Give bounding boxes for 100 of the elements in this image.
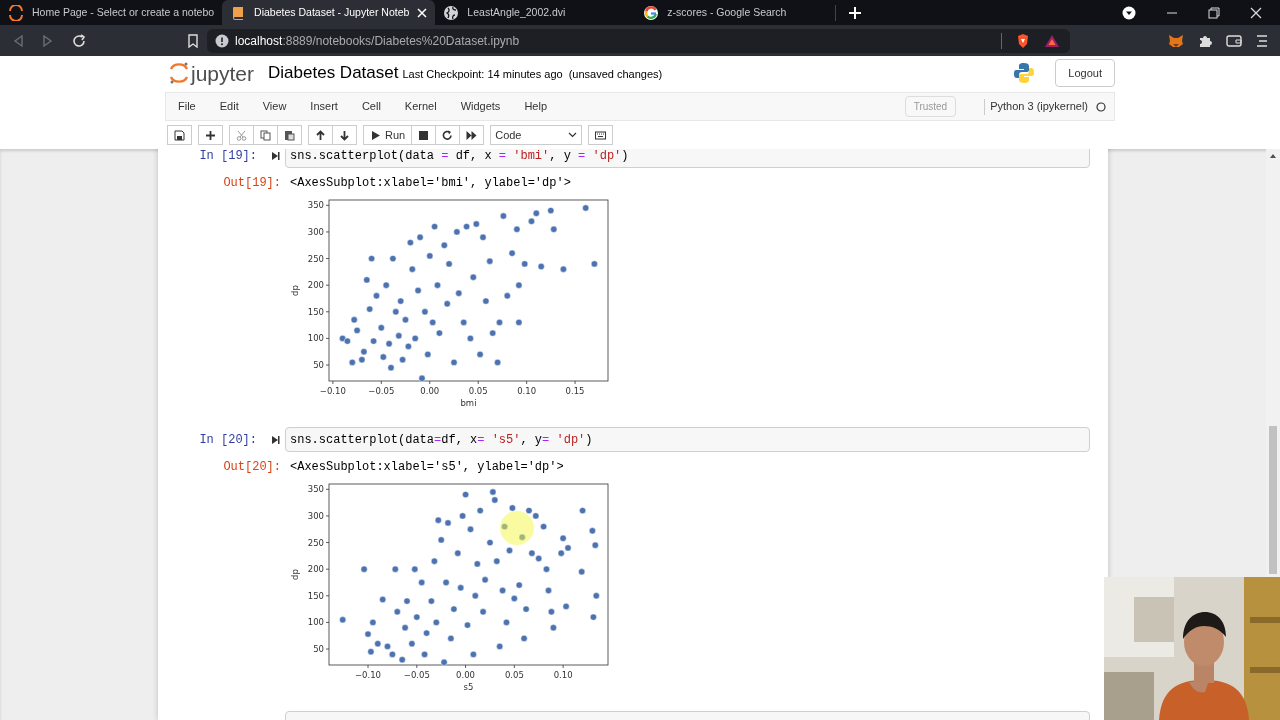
data-point: [476, 350, 484, 358]
scrollbar[interactable]: [1266, 149, 1280, 577]
run-cell-icon[interactable]: [271, 434, 280, 445]
fox-head-icon[interactable]: [1168, 33, 1184, 48]
scrollbar-thumb[interactable]: [1269, 426, 1277, 574]
data-point: [432, 618, 440, 626]
data-point: [440, 658, 448, 666]
plus-icon: [205, 129, 216, 141]
logout-button[interactable]: Logout: [1055, 59, 1115, 87]
run-button[interactable]: Run: [363, 125, 413, 145]
save-button[interactable]: [167, 125, 192, 145]
code-text: sns.scatterplot(data=df, x= 's5', y= 'dp'): [290, 431, 593, 449]
tick-label: 250: [307, 537, 324, 548]
tick-label: 250: [307, 253, 324, 264]
data-point: [395, 332, 403, 340]
code-cell[interactable]: sns.scatterplot(data=df, x= 's5', y= 'dp'): [285, 427, 1090, 452]
menu-item[interactable]: Help: [524, 98, 547, 115]
data-point: [537, 263, 545, 270]
data-point: [369, 618, 377, 626]
shield-icon[interactable]: [1016, 32, 1030, 49]
data-point: [486, 539, 494, 547]
close-icon[interactable]: [1250, 6, 1262, 19]
triangle-icon[interactable]: [1044, 33, 1060, 48]
data-point: [418, 579, 426, 586]
copy-button[interactable]: [253, 125, 278, 145]
data-point: [466, 334, 474, 342]
kernel-idle-icon: [1096, 101, 1106, 112]
tick-label: 0.00: [456, 670, 476, 680]
keyboard-icon: [595, 129, 607, 141]
tick-label: −0.10: [355, 670, 382, 680]
stop-icon: [418, 129, 430, 141]
dropdown-circle-icon[interactable]: [1122, 5, 1136, 20]
code-text: sns.scatterplot(data = df, x = 'bmi', y = 'dp'): [290, 149, 629, 165]
output-text: <AxesSubplot:xlabel='s5', ylabel='dp'>: [289, 459, 564, 476]
data-point: [350, 316, 358, 324]
data-point: [424, 350, 432, 358]
data-point: [590, 260, 598, 268]
reload-icon[interactable]: [72, 33, 86, 48]
data-point: [520, 634, 528, 642]
puzzle-icon[interactable]: [1198, 33, 1212, 48]
data-point: [429, 318, 437, 326]
restart-button[interactable]: [435, 125, 461, 145]
menu-item[interactable]: View: [262, 98, 287, 115]
menu-item[interactable]: Cell: [361, 98, 381, 115]
forward-icon[interactable]: [42, 33, 54, 48]
data-point: [435, 329, 443, 337]
move-up-button[interactable]: [308, 125, 333, 145]
input-prompt: In [20]:: [199, 431, 257, 449]
menu-item[interactable]: File: [178, 98, 196, 115]
insert-cell-button[interactable]: [198, 125, 223, 145]
move-down-button[interactable]: [332, 125, 357, 145]
data-point: [447, 634, 455, 642]
menu-item[interactable]: Insert: [310, 98, 338, 115]
address-bar[interactable]: localhost:8889/notebooks/Diabetes%20Dataset.ipynb: [207, 28, 1070, 53]
notebook-title[interactable]: Diabetes Dataset: [268, 60, 399, 86]
data-point: [363, 276, 371, 284]
bookmark-icon[interactable]: [187, 33, 199, 48]
new-tab-icon[interactable]: [848, 5, 863, 20]
data-point: [559, 265, 567, 273]
data-point: [591, 541, 599, 549]
menu-item[interactable]: Widgets: [460, 98, 501, 115]
url-text: localhost:8889/notebooks/Diabetes%20Dataset.ipynb: [235, 32, 520, 50]
paste-button[interactable]: [277, 125, 302, 145]
down-arrow-icon: [339, 129, 350, 141]
data-point: [434, 281, 441, 289]
wallet-icon[interactable]: [1226, 33, 1242, 48]
output-text: <AxesSubplot:xlabel='bmi', ylabel='dp'>: [289, 175, 571, 192]
scroll-up-icon: [1269, 153, 1277, 159]
info-icon: [215, 33, 229, 48]
data-point: [482, 297, 490, 305]
restart-icon: [442, 129, 454, 141]
restore-icon[interactable]: [1208, 6, 1220, 19]
data-point: [385, 340, 393, 348]
command-palette-button[interactable]: [588, 125, 614, 145]
data-point: [579, 507, 587, 515]
data-point: [418, 374, 426, 382]
cell-type-dropdown[interactable]: Code: [490, 125, 583, 145]
multicolor-ring-icon: [643, 4, 660, 21]
menu-item[interactable]: Kernel: [404, 98, 437, 115]
data-point: [547, 608, 555, 616]
data-point: [493, 557, 501, 565]
tick-label: 350: [307, 484, 324, 495]
data-point: [582, 204, 590, 212]
axis-label: dp: [290, 569, 300, 580]
data-point: [494, 358, 502, 366]
chevron-down-icon: [568, 132, 578, 138]
browser-tab[interactable]: Diabetes Dataset - Jupyter Noteb: [222, 0, 436, 25]
restart-run-all-button[interactable]: [459, 125, 485, 145]
menu-item[interactable]: Edit: [219, 98, 239, 115]
tick-label: 50: [313, 644, 324, 655]
data-point: [391, 565, 399, 573]
run-cell-icon[interactable]: [271, 150, 280, 161]
code-cell[interactable]: sns.scatterplot(data = df, x = 'bmi', y = 'dp'): [285, 149, 1090, 168]
menu-icon[interactable]: [1256, 33, 1268, 48]
stop-button[interactable]: [411, 125, 437, 145]
data-point: [398, 656, 406, 664]
data-point: [503, 292, 511, 300]
tick-label: −0.05: [403, 670, 430, 680]
data-point: [543, 565, 550, 573]
back-icon[interactable]: [12, 33, 24, 48]
